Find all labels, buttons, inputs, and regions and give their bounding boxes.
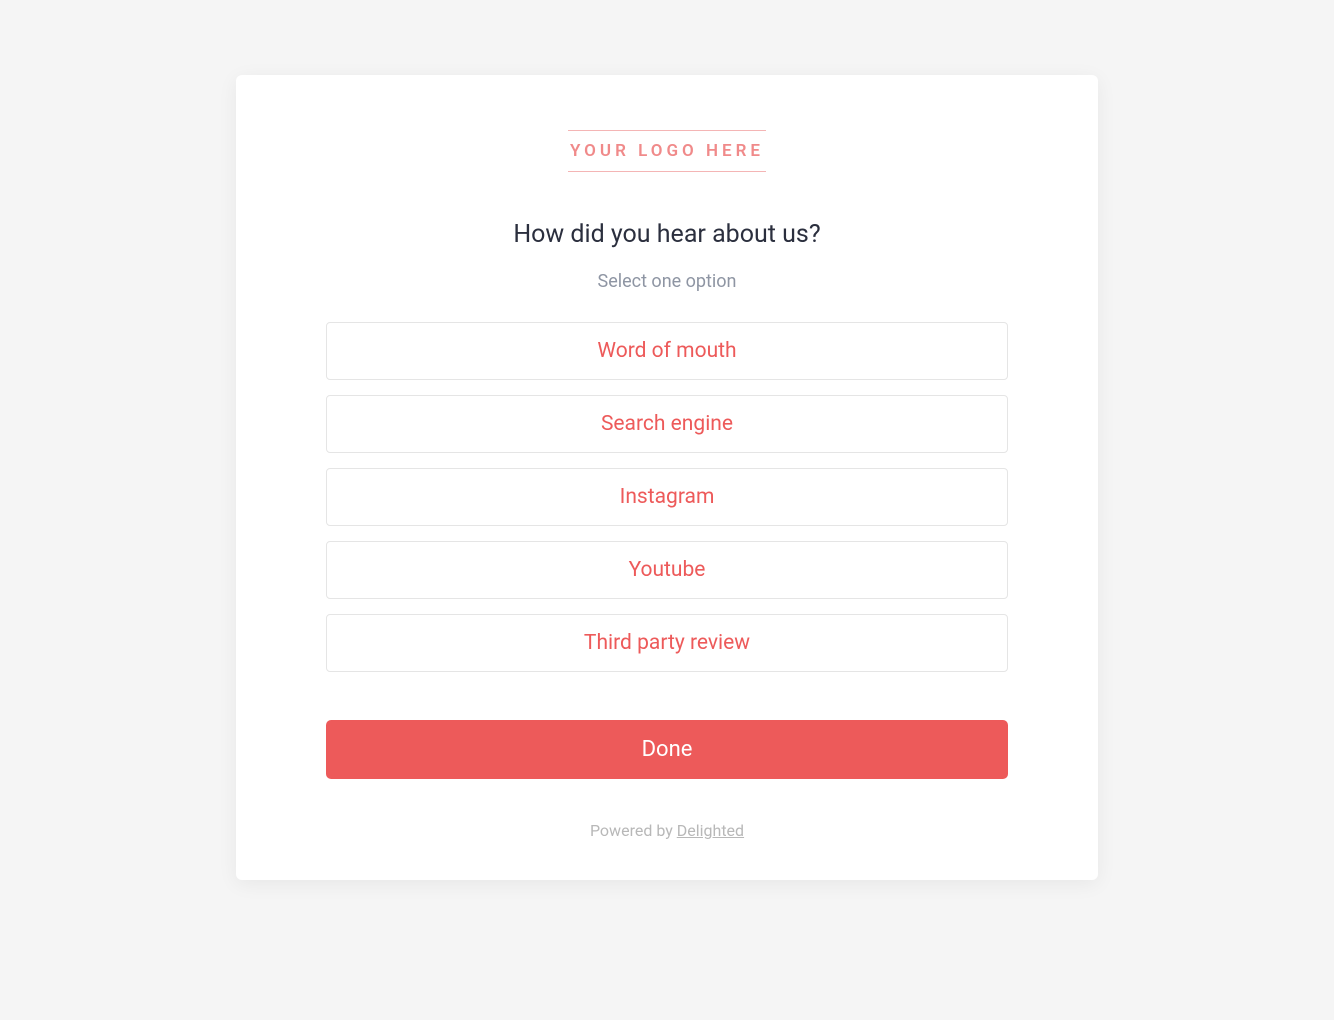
option-instagram[interactable]: Instagram [326,468,1008,526]
done-button[interactable]: Done [326,720,1008,779]
logo-placeholder: YOUR LOGO HERE [568,130,766,172]
survey-instruction: Select one option [598,271,737,292]
option-word-of-mouth[interactable]: Word of mouth [326,322,1008,380]
powered-by-prefix: Powered by [590,821,677,840]
survey-question: How did you hear about us? [513,220,820,249]
options-list: Word of mouth Search engine Instagram Yo… [326,322,1008,672]
powered-by-footer: Powered by Delighted [590,821,744,840]
option-third-party-review[interactable]: Third party review [326,614,1008,672]
powered-by-link[interactable]: Delighted [677,821,744,840]
survey-card: YOUR LOGO HERE How did you hear about us… [236,75,1098,880]
option-youtube[interactable]: Youtube [326,541,1008,599]
option-search-engine[interactable]: Search engine [326,395,1008,453]
